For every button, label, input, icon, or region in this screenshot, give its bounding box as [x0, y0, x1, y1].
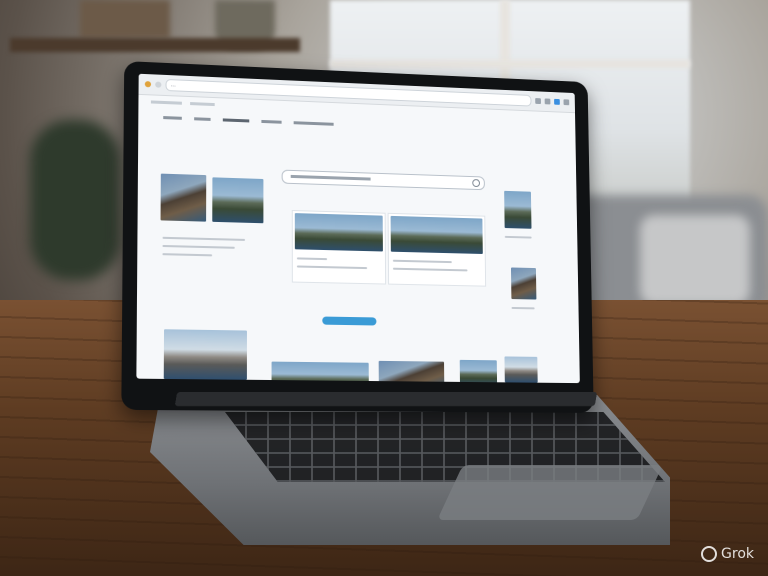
text-line [393, 260, 452, 263]
nav-item [163, 116, 182, 120]
window-mullion [330, 60, 690, 68]
result-card [292, 210, 386, 285]
toolbar-icon [535, 98, 541, 104]
browser-dot-icon [145, 81, 151, 87]
shelf [10, 38, 300, 52]
photo-thumbnail [164, 329, 247, 380]
nav-item [294, 121, 334, 126]
grok-logo-icon [701, 546, 717, 562]
text-line [512, 307, 535, 309]
photo-thumbnail [161, 174, 207, 222]
search-placeholder [291, 175, 371, 181]
photo-thumbnail [511, 267, 536, 299]
toolbar-icon [554, 99, 560, 105]
result-card [388, 213, 487, 287]
photo-thumbnail [379, 361, 445, 383]
browser-dot-icon [155, 82, 161, 88]
toolbar-icon [564, 99, 570, 105]
toolbar-icons [535, 98, 569, 105]
laptop-lid: … [121, 61, 593, 413]
text-line [297, 257, 327, 260]
load-more-button [322, 317, 376, 326]
photo-thumbnail [504, 356, 537, 382]
card-image [391, 216, 483, 254]
text-line [162, 237, 245, 241]
watermark: Grok [701, 546, 754, 562]
toolbar-icon [545, 98, 551, 104]
photo-thumbnail [460, 360, 497, 383]
text-line [393, 268, 468, 272]
nav-item [261, 120, 281, 124]
search-icon [472, 179, 480, 187]
plant [30, 120, 120, 280]
bookmark [190, 102, 215, 106]
text-line [162, 253, 212, 256]
laptop-hinge [175, 392, 597, 406]
card-image [295, 213, 383, 251]
bookmark [151, 100, 182, 104]
pillow [640, 215, 750, 305]
nav-item [223, 118, 249, 122]
search-input [282, 170, 485, 191]
watermark-text: Grok [721, 546, 754, 562]
nav-item [194, 117, 210, 121]
photo-thumbnail [272, 362, 369, 384]
laptop-screen: … [136, 74, 579, 383]
trackpad [437, 465, 663, 520]
photo-thumbnail [504, 191, 531, 229]
text-line [505, 236, 532, 239]
picture-frame [80, 0, 170, 38]
text-line [297, 265, 367, 269]
text-line [162, 245, 234, 249]
photo-thumbnail [212, 177, 263, 223]
